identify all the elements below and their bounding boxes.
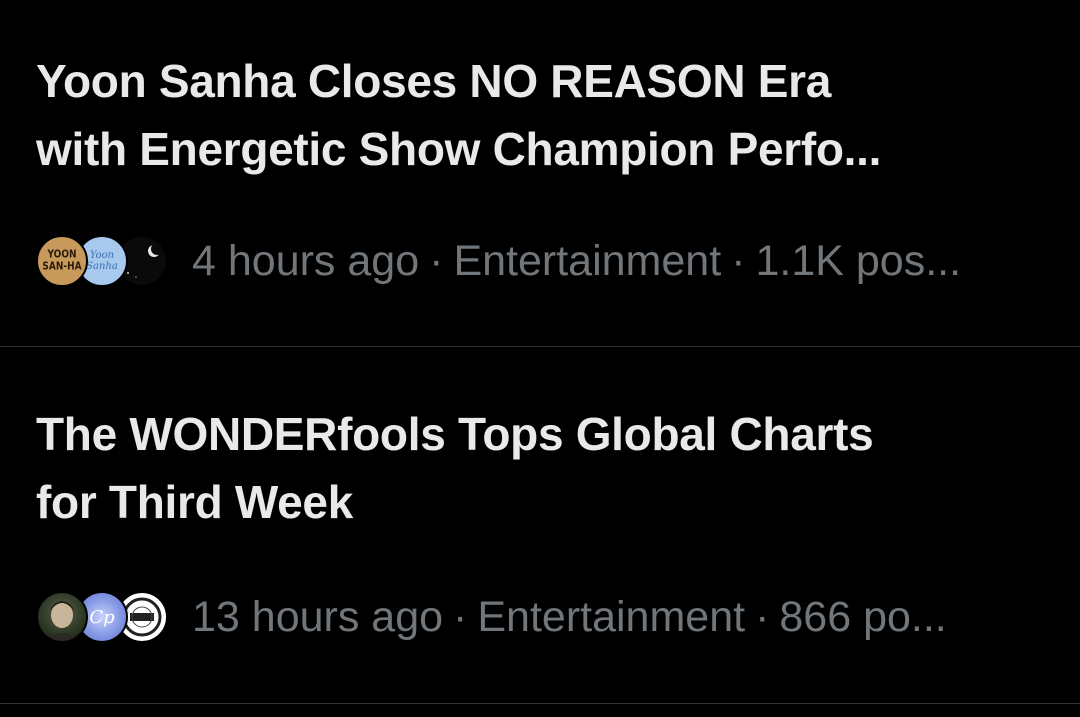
meta-separator: · xyxy=(429,237,444,285)
trend-post-count: 1.1K pos... xyxy=(755,237,962,285)
trend-time: 13 hours ago xyxy=(192,593,444,641)
avatar-label: Cp xyxy=(89,606,115,628)
headline-line-1: The WONDERfools Tops Global Charts xyxy=(36,408,874,460)
trend-meta: YOON SAN-HA Yoon Sanha 4 hours ago · Enter… xyxy=(36,233,961,289)
avatar-label: YOON SAN-HA xyxy=(42,249,82,273)
trend-category: Entertainment xyxy=(477,593,746,641)
trend-headline[interactable]: The WONDERfools Tops Global Charts for T… xyxy=(36,400,1046,536)
divider xyxy=(0,703,1080,704)
trend-meta-text: 4 hours ago · Entertainment · 1.1K pos... xyxy=(192,233,961,289)
meta-separator: · xyxy=(731,237,746,285)
trend-time: 4 hours ago xyxy=(192,237,420,285)
meta-separator: · xyxy=(453,593,468,641)
avatar-stack: YOON SAN-HA Yoon Sanha xyxy=(36,235,168,287)
trending-feed: Yoon Sanha Closes NO REASON Era with Ene… xyxy=(0,0,1080,717)
trend-item[interactable]: Yoon Sanha Closes NO REASON Era with Ene… xyxy=(0,0,1080,346)
headline-line-2: with Energetic Show Champion Perfo... xyxy=(36,123,882,175)
trend-meta-text: 13 hours ago · Entertainment · 866 po... xyxy=(192,589,947,645)
trend-headline[interactable]: Yoon Sanha Closes NO REASON Era with Ene… xyxy=(36,47,1046,183)
trend-meta: Cp 13 hours ago · Entertainment · 866 po... xyxy=(36,589,947,645)
portrait-avatar xyxy=(36,591,88,643)
trend-post-count: 866 po... xyxy=(779,593,947,641)
yoon-sanha-logo-avatar: YOON SAN-HA xyxy=(36,235,88,287)
headline-line-1: Yoon Sanha Closes NO REASON Era xyxy=(36,55,832,107)
avatar-stack: Cp xyxy=(36,591,168,643)
trend-category: Entertainment xyxy=(453,237,722,285)
trend-item[interactable]: The WONDERfools Tops Global Charts for T… xyxy=(0,347,1080,703)
headline-line-2: for Third Week xyxy=(36,476,353,528)
person-portrait-icon xyxy=(46,601,78,641)
meta-separator: · xyxy=(755,593,770,641)
